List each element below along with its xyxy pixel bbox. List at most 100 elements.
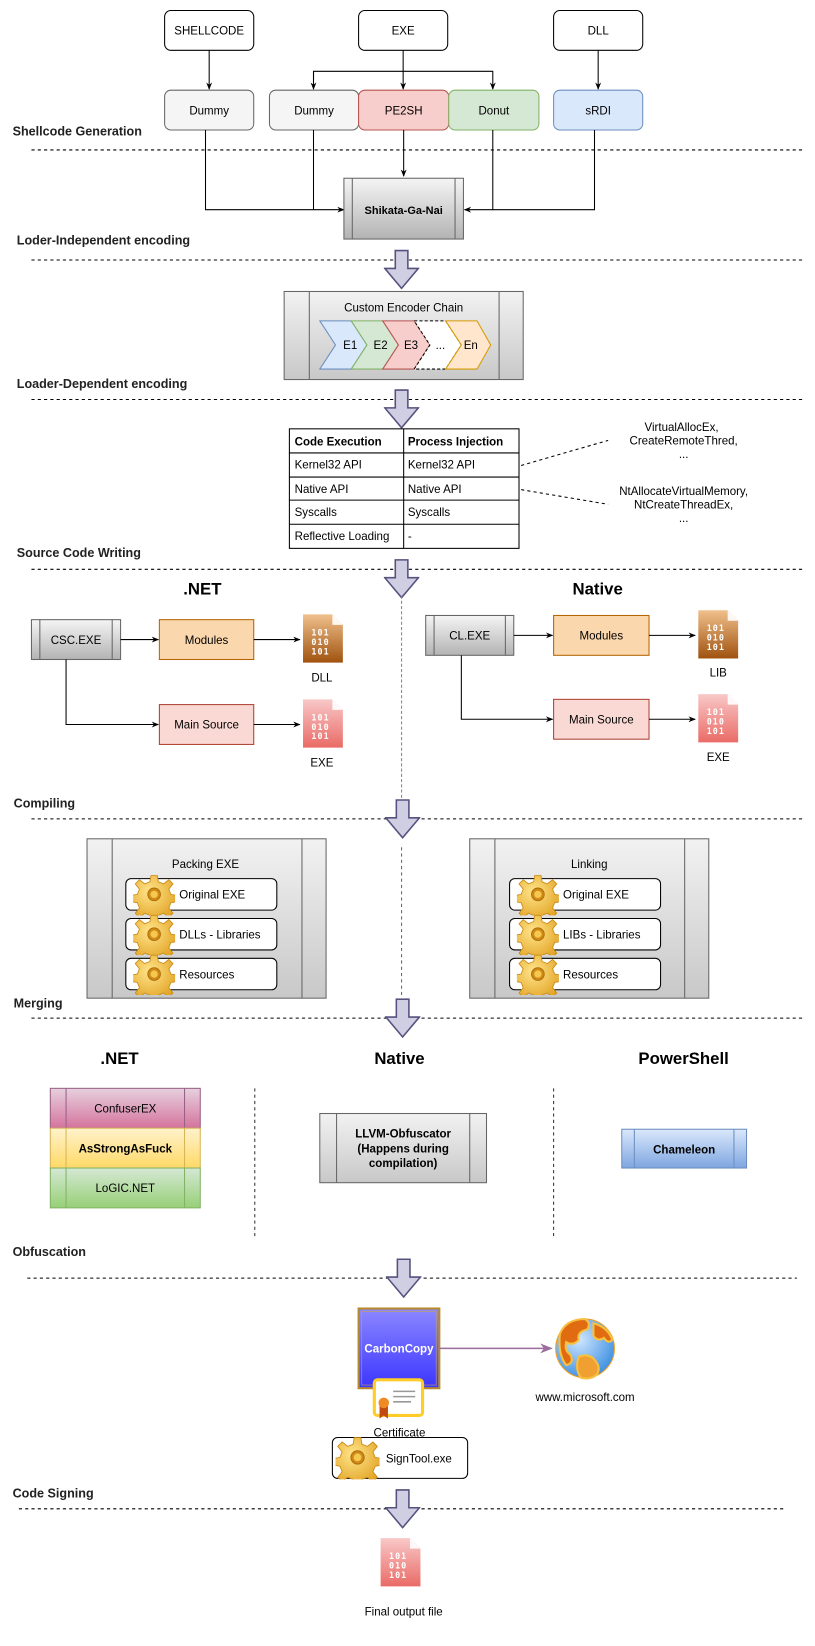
flow-arrow-icon <box>386 1258 422 1298</box>
annotation-line: VirtualAllocEx, <box>645 422 719 434</box>
packing-exe-title: Packing EXE <box>172 859 240 871</box>
annotation-connector <box>520 439 609 467</box>
binary-glyph-line: 101 <box>707 642 725 652</box>
dotnet-main-source-label: Main Source <box>174 720 239 732</box>
gear-icon <box>516 954 559 996</box>
gear-icon <box>133 954 176 996</box>
encoder-step-e3-label: E3 <box>404 340 418 352</box>
shikata-ga-nai-box: Shikata-Ga-Nai <box>343 177 464 240</box>
annotation-line: CreateRemoteThred, <box>630 436 738 448</box>
encoder-chain-title: Custom Encoder Chain <box>344 302 463 314</box>
generator-dummy-2-label: Dummy <box>294 105 334 117</box>
encoder-step-ellipsis-label: ... <box>436 340 446 352</box>
tool-chameleon: Chameleon <box>621 1128 748 1169</box>
section-label-source-code-writing: Source Code Writing <box>17 546 141 560</box>
dotnet-main-source-box: Main Source <box>158 704 255 745</box>
domain-label: www.microsoft.com <box>534 1392 634 1404</box>
generator-srdi: sRDI <box>553 89 644 131</box>
connector-arrow <box>460 655 554 723</box>
table-cell: Kernel32 API <box>408 460 475 472</box>
certificate-icon <box>372 1378 425 1419</box>
generator-dummy-2: Dummy <box>268 89 360 131</box>
dotnet-modules-label: Modules <box>185 635 229 647</box>
flow-arrow-icon <box>384 559 420 599</box>
binary-glyph-line: 101 <box>707 726 725 736</box>
exe-output-label: EXE <box>310 757 333 769</box>
native-modules-box: Modules <box>553 614 650 656</box>
flow-arrow-icon <box>384 389 420 429</box>
tool-llvm-line: LLVM-Obfuscator <box>355 1129 451 1141</box>
csc-exe-label: CSC.EXE <box>51 635 102 647</box>
annotation-connector <box>521 489 609 505</box>
signtool-label: SignTool.exe <box>386 1454 452 1466</box>
gear-icon <box>133 874 176 916</box>
encoder-step-en-label: En <box>464 340 478 352</box>
tool-llvm-line: compilation) <box>369 1158 438 1170</box>
native-exe-output-label: EXE <box>707 752 730 764</box>
obf-powershell-title: PowerShell <box>638 1049 728 1068</box>
tool-llvm-obfuscator: LLVM-Obfuscator (Happens during compilat… <box>319 1112 488 1184</box>
binary-glyph-line: 101 <box>389 1570 407 1580</box>
tool-logic-net: LoGIC.NET <box>49 1167 201 1209</box>
table-header-code-execution: Code Execution <box>295 437 382 449</box>
final-output-label: Final output file <box>365 1607 443 1619</box>
native-main-source-label: Main Source <box>569 714 634 726</box>
table-cell: - <box>408 531 412 543</box>
table-cell: Syscalls <box>408 507 450 519</box>
linking-item-label: LIBs - Libraries <box>563 929 641 941</box>
section-label-loader-independent: Loder-Independent encoding <box>17 233 190 247</box>
dotnet-modules-box: Modules <box>158 619 255 661</box>
native-column-title: Native <box>572 579 622 598</box>
tool-logic-net-label: LoGIC.NET <box>96 1183 156 1195</box>
linking-item-label: Original EXE <box>563 890 629 902</box>
annotation-line: ... <box>679 449 689 461</box>
annotation-line: ... <box>679 513 689 525</box>
tool-confuserex: ConfuserEX <box>49 1087 201 1129</box>
input-dll-label: DLL <box>588 26 610 38</box>
packing-item-label: Original EXE <box>179 890 245 902</box>
tool-llvm-line: (Happens during <box>357 1143 448 1155</box>
table-cell: Kernel32 API <box>295 460 362 472</box>
native-main-source-box: Main Source <box>553 698 650 740</box>
generator-dummy-1: Dummy <box>164 89 255 131</box>
flow-arrow-icon <box>384 249 420 290</box>
dll-file-icon: 101010101 <box>303 614 343 663</box>
input-shellcode: SHELLCODE <box>164 9 255 51</box>
lib-file-icon: 101010101 <box>698 610 739 659</box>
arrow-dummy1-shikata <box>204 130 345 213</box>
dotnet-column-title: .NET <box>183 579 222 598</box>
file-fold <box>332 699 343 710</box>
tool-asstrongasfuck-label: AsStrongAsFuck <box>79 1143 173 1155</box>
flow-arrow-icon <box>385 799 421 839</box>
flow-arrow-icon <box>385 998 421 1038</box>
gear-icon <box>335 1437 380 1480</box>
csc-exe-box: CSC.EXE <box>30 619 122 661</box>
packing-item-label: DLLs - Libraries <box>179 929 261 941</box>
generator-pe2sh: PE2SH <box>358 89 450 131</box>
input-exe: EXE <box>358 9 449 51</box>
file-fold <box>332 614 343 625</box>
input-dll: DLL <box>553 9 644 51</box>
cl-exe-label: CL.EXE <box>449 631 490 643</box>
shikata-label: Shikata-Ga-Nai <box>365 205 443 217</box>
generator-donut: Donut <box>448 89 540 131</box>
arrow-srdi-shikata <box>492 130 596 211</box>
encoder-step-e2-label: E2 <box>374 340 388 352</box>
file-fold <box>727 694 739 705</box>
native-exe-file-icon: 101010101 <box>698 694 739 743</box>
lib-output-label: LIB <box>710 667 728 679</box>
table-header-process-injection: Process Injection <box>408 437 503 449</box>
packing-item-label: Resources <box>179 969 234 981</box>
binary-glyph-line: 101 <box>311 646 329 656</box>
annotation-kernel32: VirtualAllocEx, CreateRemoteThred, ... <box>630 422 738 461</box>
arrow-donut-shikata <box>463 130 494 213</box>
section-label-compiling: Compiling <box>14 796 75 810</box>
section-label-shellcode-generation: Shellcode Generation <box>13 124 142 138</box>
encoder-step-e1-label: E1 <box>343 340 357 352</box>
final-output-file-icon: 101010101 <box>380 1538 421 1587</box>
table-cell: Syscalls <box>295 507 337 519</box>
input-shellcode-label: SHELLCODE <box>174 26 244 38</box>
carboncopy-box[interactable]: CarbonCopy <box>357 1307 441 1390</box>
pipeline-diagram: SHELLCODE EXE DLL Dummy Dummy PE2SH Donu… <box>13 9 803 1619</box>
obf-dotnet-title: .NET <box>100 1049 139 1068</box>
